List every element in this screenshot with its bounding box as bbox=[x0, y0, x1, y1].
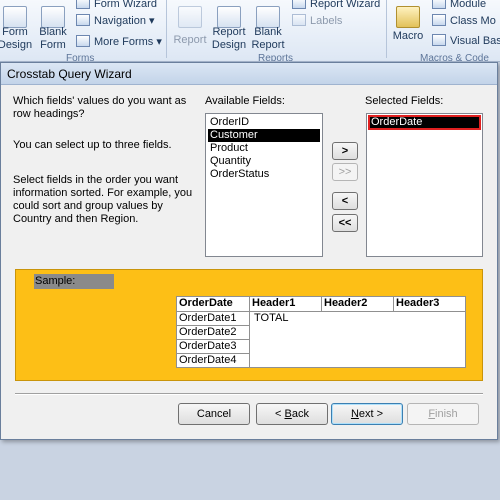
sample-label: Sample: bbox=[34, 274, 114, 289]
available-field-item[interactable]: OrderID bbox=[208, 116, 320, 129]
cancel-button[interactable]: Cancel bbox=[178, 403, 250, 425]
macro-icon bbox=[396, 6, 420, 28]
navigation-button[interactable]: Navigation ▾ bbox=[76, 13, 155, 29]
available-fields-label: Available Fields: bbox=[205, 95, 285, 107]
blank-form-button[interactable]: Blank Form bbox=[36, 6, 70, 52]
ribbon-separator bbox=[166, 0, 167, 58]
report-design-icon bbox=[217, 6, 241, 28]
order-note: Select fields in the order you want info… bbox=[13, 174, 193, 225]
divider bbox=[15, 393, 483, 395]
report-wizard-button[interactable]: Report Wizard bbox=[292, 0, 380, 12]
available-field-item[interactable]: Quantity bbox=[208, 155, 320, 168]
selected-field-item[interactable]: OrderDate bbox=[368, 115, 481, 130]
module-button[interactable]: Module bbox=[432, 0, 486, 12]
remove-all-fields-button[interactable]: << bbox=[332, 214, 358, 232]
selected-fields-label: Selected Fields: bbox=[365, 95, 444, 107]
chevron-down-icon: ▾ bbox=[149, 15, 155, 27]
add-all-fields-button[interactable]: >> bbox=[332, 163, 358, 181]
selected-fields-list[interactable]: OrderDate bbox=[366, 113, 483, 257]
sample-column-header: Header1 bbox=[249, 296, 322, 312]
more-forms-button[interactable]: More Forms ▾ bbox=[76, 34, 162, 50]
question-text: Which fields' values do you want as row … bbox=[13, 95, 187, 120]
next-button[interactable]: Next > bbox=[331, 403, 403, 425]
sample-row-header: OrderDate1 bbox=[176, 311, 250, 326]
back-button[interactable]: < Back bbox=[256, 403, 328, 425]
visual-basic-icon bbox=[432, 34, 446, 46]
sample-row-header: OrderDate4 bbox=[176, 353, 250, 368]
navigation-icon bbox=[76, 14, 90, 26]
report-design-button[interactable]: Report Design bbox=[210, 6, 248, 52]
form-wizard-button[interactable]: Form Wizard bbox=[76, 0, 157, 12]
module-icon bbox=[432, 0, 446, 9]
form-design-icon bbox=[3, 6, 27, 28]
form-wizard-icon bbox=[76, 0, 90, 9]
sample-row-header: OrderDate2 bbox=[176, 325, 250, 340]
add-field-button[interactable]: > bbox=[332, 142, 358, 160]
crosstab-query-wizard-dialog: Crosstab Query Wizard Which fields' valu… bbox=[0, 62, 498, 440]
more-forms-icon bbox=[76, 35, 90, 47]
blank-form-icon bbox=[41, 6, 65, 28]
labels-button[interactable]: Labels bbox=[292, 13, 342, 29]
report-icon bbox=[178, 6, 202, 28]
sample-column-header: Header3 bbox=[393, 296, 466, 312]
available-field-item[interactable]: OrderStatus bbox=[208, 168, 320, 181]
sample-total: TOTAL bbox=[254, 312, 289, 324]
dialog-title: Crosstab Query Wizard bbox=[1, 63, 497, 85]
sample-corner-header: OrderDate bbox=[176, 296, 250, 312]
blank-report-button[interactable]: Blank Report bbox=[250, 6, 286, 52]
sample-column-header: Header2 bbox=[321, 296, 394, 312]
ribbon-separator bbox=[386, 0, 387, 58]
macro-button[interactable]: Macro bbox=[390, 6, 426, 43]
ribbon: Form Design Blank Form Form Wizard Navig… bbox=[0, 0, 500, 62]
form-design-button[interactable]: Form Design bbox=[0, 6, 34, 52]
sample-body: TOTAL bbox=[249, 311, 466, 368]
blank-report-icon bbox=[256, 6, 280, 28]
class-module-icon bbox=[432, 14, 446, 26]
sample-preview: Sample: OrderDate Header1 Header2 Header3 Or… bbox=[15, 269, 483, 381]
available-field-item[interactable]: Product bbox=[208, 142, 320, 155]
chevron-down-icon: ▾ bbox=[156, 36, 162, 48]
limit-note: You can select up to three fields. bbox=[13, 139, 172, 151]
labels-icon bbox=[292, 14, 306, 26]
finish-button[interactable]: Finish bbox=[407, 403, 479, 425]
remove-field-button[interactable]: < bbox=[332, 192, 358, 210]
sample-row-header: OrderDate3 bbox=[176, 339, 250, 354]
available-field-item[interactable]: Customer bbox=[208, 129, 320, 142]
report-wizard-icon bbox=[292, 0, 306, 9]
report-button[interactable]: Report bbox=[172, 6, 208, 47]
available-fields-list[interactable]: OrderID Customer Product Quantity OrderStatu… bbox=[205, 113, 323, 257]
visual-basic-button[interactable]: Visual Basi bbox=[432, 33, 500, 49]
class-module-button[interactable]: Class Mo bbox=[432, 13, 496, 29]
